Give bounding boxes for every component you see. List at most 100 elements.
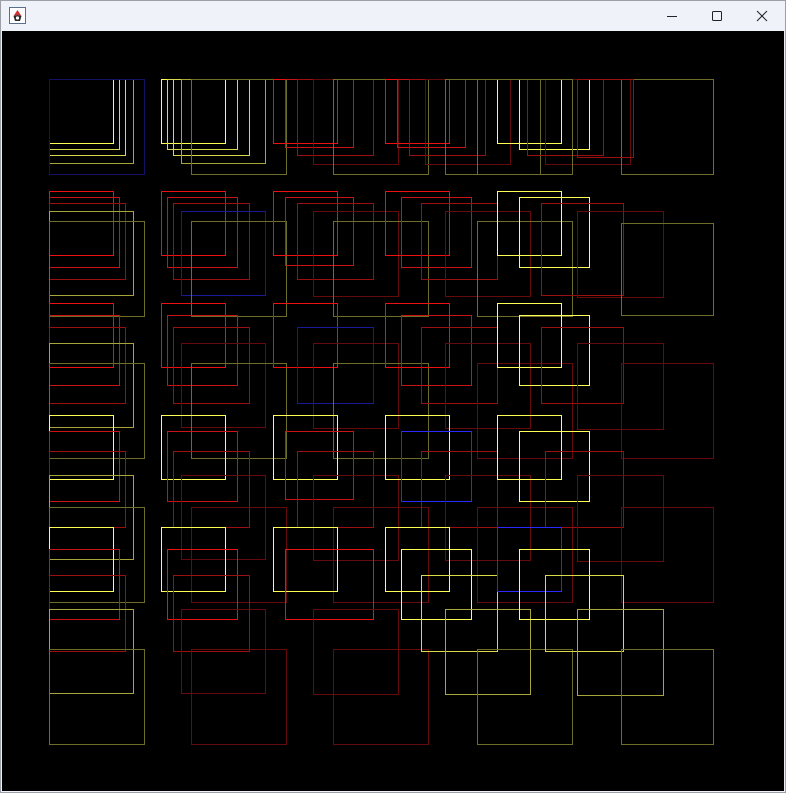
outlined-square	[421, 203, 498, 280]
outlined-square	[477, 79, 573, 175]
outlined-square	[173, 203, 250, 280]
outlined-square	[173, 575, 250, 652]
outlined-square	[333, 507, 429, 603]
outlined-square	[173, 451, 250, 528]
maximize-button[interactable]	[694, 1, 739, 31]
outlined-square	[49, 649, 145, 745]
outlined-square	[621, 363, 714, 459]
outlined-square	[401, 431, 472, 502]
minimize-button[interactable]	[649, 1, 694, 31]
outlined-square	[541, 203, 624, 296]
outlined-square	[333, 79, 429, 175]
java-duke-icon	[9, 7, 26, 24]
close-button[interactable]	[739, 1, 784, 31]
outlined-square	[49, 363, 145, 459]
outlined-square	[49, 303, 114, 368]
outlined-square	[577, 475, 664, 562]
outlined-square	[545, 451, 624, 528]
outlined-square	[273, 79, 338, 144]
outlined-square	[385, 415, 450, 480]
outlined-square	[191, 79, 287, 175]
outlined-square	[385, 303, 450, 368]
maximize-icon	[711, 11, 722, 21]
outlined-square	[333, 649, 429, 745]
outlined-square	[577, 211, 664, 298]
outlined-square	[191, 507, 287, 603]
squares-drawing	[49, 79, 714, 745]
outlined-square	[191, 221, 287, 317]
outlined-square	[49, 79, 126, 156]
outlined-square	[49, 203, 126, 280]
app-window	[0, 0, 786, 793]
outlined-square	[497, 527, 562, 592]
outlined-square	[497, 303, 562, 368]
drawing-canvas[interactable]	[2, 31, 784, 791]
outlined-square	[49, 191, 114, 256]
outlined-square	[497, 415, 562, 480]
outlined-square	[401, 315, 472, 386]
outlined-square	[167, 315, 238, 386]
outlined-square	[621, 649, 714, 745]
outlined-square	[273, 527, 338, 592]
outlined-square	[527, 79, 604, 156]
outlined-square	[621, 223, 714, 316]
outlined-square	[161, 415, 226, 480]
outlined-square	[173, 327, 250, 404]
outlined-square	[577, 79, 634, 158]
outlined-square	[167, 197, 238, 268]
outlined-square	[297, 451, 374, 528]
outlined-square	[519, 79, 590, 150]
outlined-square	[273, 303, 338, 368]
outlined-square	[49, 415, 114, 480]
outlined-square	[49, 507, 145, 603]
outlined-square	[545, 575, 624, 652]
outlined-square	[401, 197, 472, 268]
outlined-square	[49, 197, 120, 268]
outlined-square	[161, 303, 226, 368]
outlined-square	[385, 527, 450, 592]
outlined-square	[313, 609, 399, 695]
outlined-square	[577, 343, 664, 430]
outlined-square	[477, 649, 573, 745]
outlined-square	[181, 475, 266, 560]
outlined-square	[49, 575, 126, 652]
outlined-square	[49, 315, 120, 386]
outlined-square	[49, 221, 145, 317]
outlined-square	[333, 221, 429, 317]
outlined-square	[477, 221, 573, 317]
outlined-square	[445, 211, 531, 297]
outlined-square	[297, 79, 374, 156]
outlined-square	[621, 79, 714, 175]
outlined-square	[385, 191, 450, 256]
close-icon	[756, 10, 767, 22]
outlined-square	[297, 327, 374, 404]
outlined-square	[621, 507, 714, 603]
outlined-square	[49, 79, 120, 150]
outlined-square	[477, 507, 573, 603]
outlined-square	[577, 609, 664, 696]
outlined-square	[49, 431, 120, 502]
outlined-square	[273, 415, 338, 480]
outlined-square	[49, 79, 134, 164]
outlined-square	[167, 431, 238, 502]
outlined-square	[161, 191, 226, 256]
outlined-square	[421, 327, 498, 404]
outlined-square	[161, 79, 226, 144]
outlined-square	[49, 451, 126, 528]
outlined-square	[49, 327, 126, 404]
title-bar[interactable]	[1, 1, 785, 31]
outlined-square	[181, 79, 266, 164]
outlined-square	[49, 79, 145, 175]
outlined-square	[421, 451, 498, 528]
outlined-square	[421, 575, 498, 652]
outlined-square	[333, 363, 429, 459]
outlined-square	[545, 79, 631, 165]
outlined-square	[445, 79, 541, 175]
outlined-square	[191, 363, 287, 459]
outlined-square	[49, 211, 134, 296]
outlined-square	[167, 79, 238, 150]
outlined-square	[409, 79, 486, 156]
outlined-square	[477, 363, 573, 459]
outlined-square	[285, 79, 354, 148]
outlined-square	[541, 327, 624, 404]
